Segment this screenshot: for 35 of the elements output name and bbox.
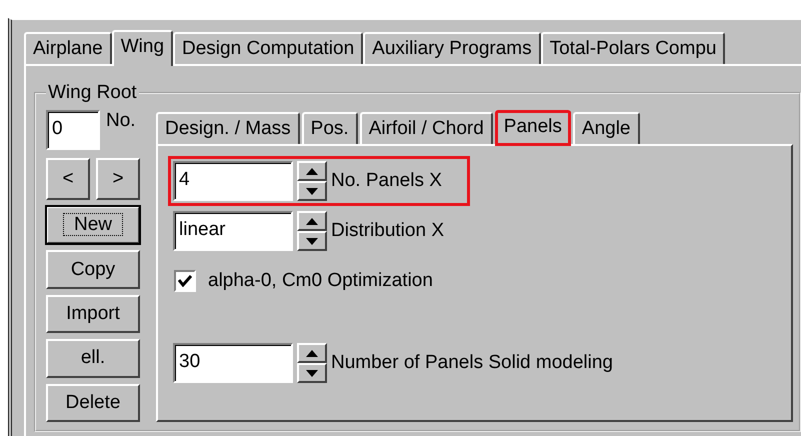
- checkbox-label: alpha-0, Cm0 Optimization: [208, 270, 433, 292]
- spin-field[interactable]: linear: [173, 211, 293, 251]
- tab[interactable]: Total-Polars Compu: [540, 32, 726, 64]
- number-label: No.: [106, 110, 136, 132]
- up-arrow-icon[interactable]: [306, 218, 318, 224]
- down-arrow-icon[interactable]: [306, 238, 318, 244]
- tab[interactable]: Pos.: [302, 112, 358, 144]
- tab[interactable]: Design Computation: [173, 32, 364, 64]
- field-label: Number of Panels Solid modeling: [331, 352, 613, 374]
- action-button[interactable]: Import: [46, 294, 140, 334]
- spin-field[interactable]: 4: [173, 161, 293, 201]
- action-button[interactable]: Copy: [46, 250, 140, 289]
- group-title: Wing Root: [47, 82, 138, 104]
- tab[interactable]: Angle: [572, 112, 640, 144]
- field-label: Distribution X: [331, 220, 444, 242]
- up-arrow-icon[interactable]: [306, 350, 318, 356]
- nav-button[interactable]: >: [96, 158, 140, 200]
- action-button[interactable]: ell.: [46, 339, 140, 378]
- number-field[interactable]: 0: [46, 110, 100, 150]
- down-arrow-icon[interactable]: [306, 370, 318, 376]
- tab[interactable]: Design. / Mass: [156, 112, 300, 144]
- tab[interactable]: Airfoil / Chord: [360, 112, 493, 144]
- tab[interactable]: Panels: [494, 110, 571, 146]
- tab[interactable]: Wing: [112, 30, 174, 66]
- spin-field[interactable]: 30: [173, 343, 293, 383]
- action-button[interactable]: Delete: [46, 384, 140, 422]
- field-label: No. Panels X: [331, 170, 442, 192]
- tab[interactable]: Airplane: [24, 32, 112, 64]
- nav-button[interactable]: <: [46, 158, 90, 200]
- up-arrow-icon[interactable]: [306, 168, 318, 174]
- checkbox[interactable]: [174, 270, 196, 292]
- check-icon: [178, 275, 192, 287]
- action-button[interactable]: New: [46, 206, 140, 244]
- tab[interactable]: Auxiliary Programs: [363, 32, 541, 64]
- down-arrow-icon[interactable]: [306, 188, 318, 194]
